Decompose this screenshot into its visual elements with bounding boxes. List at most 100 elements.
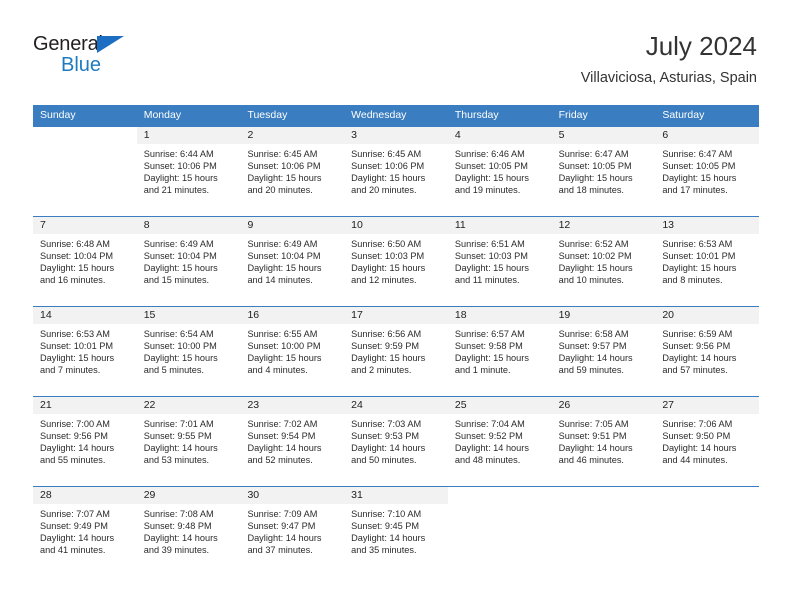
daylight-duration-line2: and 5 minutes. [143, 365, 204, 376]
calendar-weeks: 1 Sunrise: 6:44 AM Sunset: 10:06 PM Dayligh… [33, 126, 760, 576]
day-cell[interactable]: 16 Sunrise: 6:55 AM Sunset: 10:00 PM Daylig… [240, 307, 345, 396]
sunset-time: Sunset: 9:51 PM [558, 431, 627, 442]
day-cell[interactable]: 20 Sunrise: 6:59 AM Sunset: 9:56 PM Dayligh… [655, 307, 760, 396]
daylight-duration-line2: and 17 minutes. [662, 185, 728, 196]
day-cell[interactable]: 18 Sunrise: 6:57 AM Sunset: 9:58 PM Dayligh… [447, 307, 552, 396]
sunrise-time: Sunrise: 6:49 AM [143, 239, 214, 249]
day-cell[interactable]: 3 Sunrise: 6:45 AM Sunset: 10:06 PM Dayligh… [344, 127, 448, 216]
sunset-time: Sunset: 9:56 PM [662, 341, 731, 352]
sunrise-time: Sunrise: 7:04 AM [454, 419, 525, 429]
day-cell[interactable]: 29 Sunrise: 7:08 AM Sunset: 9:48 PM Dayligh… [136, 487, 241, 576]
day-cell[interactable]: 9 Sunrise: 6:49 AM Sunset: 10:04 PM Dayligh… [240, 217, 345, 306]
logo-text-general: General [33, 33, 103, 55]
daylight-duration-line1: Daylight: 14 hours [558, 443, 633, 454]
day-cell[interactable]: 1 Sunrise: 6:44 AM Sunset: 10:06 PM Dayligh… [136, 127, 241, 216]
daylight-duration-line2: and 14 minutes. [247, 275, 313, 286]
day-details: Sunrise: 6:45 AM Sunset: 10:06 PM Daylight… [240, 144, 344, 196]
day-cell[interactable]: 14 Sunrise: 6:53 AM Sunset: 10:01 PM Daylig… [33, 307, 137, 396]
day-cell[interactable]: 23 Sunrise: 7:02 AM Sunset: 9:54 PM Dayligh… [240, 397, 345, 486]
day-cell-empty [33, 127, 137, 216]
day-details: Sunrise: 6:54 AM Sunset: 10:00 PM Daylight… [137, 324, 241, 376]
day-cell[interactable]: 24 Sunrise: 7:03 AM Sunset: 9:53 PM Dayligh… [344, 397, 448, 486]
calendar-week-row: 1 Sunrise: 6:44 AM Sunset: 10:06 PM Dayligh… [33, 126, 760, 216]
daylight-duration-line1: Daylight: 15 hours [247, 263, 322, 274]
day-cell[interactable]: 15 Sunrise: 6:54 AM Sunset: 10:00 PM Daylig… [136, 307, 241, 396]
day-details: Sunrise: 7:03 AM Sunset: 9:53 PM Daylight:… [344, 414, 448, 466]
day-details: Sunrise: 6:47 AM Sunset: 10:05 PM Daylight… [655, 144, 759, 196]
daylight-duration-line1: Daylight: 15 hours [143, 353, 218, 364]
day-details: Sunrise: 7:04 AM Sunset: 9:52 PM Daylight:… [448, 414, 552, 466]
day-number: 26 [551, 397, 656, 414]
daylight-duration-line1: Daylight: 14 hours [143, 443, 218, 454]
daylight-duration-line2: and 16 minutes. [40, 275, 106, 286]
sunrise-time: Sunrise: 7:09 AM [247, 509, 318, 519]
sunrise-time: Sunrise: 6:55 AM [247, 329, 318, 339]
sunrise-time: Sunrise: 7:08 AM [143, 509, 214, 519]
daylight-duration-line1: Daylight: 15 hours [40, 263, 115, 274]
weekday-header-friday: Friday [558, 109, 588, 121]
day-details: Sunrise: 7:02 AM Sunset: 9:54 PM Daylight:… [240, 414, 344, 466]
daylight-duration-line1: Daylight: 15 hours [351, 263, 426, 274]
day-number: 15 [136, 307, 241, 324]
page-header: General Blue July 2024 Villaviciosa, Ast… [33, 30, 757, 100]
daylight-duration-line2: and 20 minutes. [247, 185, 313, 196]
day-details: Sunrise: 6:50 AM Sunset: 10:03 PM Daylight… [344, 234, 448, 286]
day-cell[interactable]: 31 Sunrise: 7:10 AM Sunset: 9:45 PM Dayligh… [344, 487, 448, 576]
daylight-duration-line2: and 10 minutes. [558, 275, 624, 286]
sunset-time: Sunset: 10:04 PM [247, 251, 321, 262]
sunset-time: Sunset: 10:02 PM [558, 251, 632, 262]
daylight-duration-line2: and 55 minutes. [40, 455, 106, 466]
day-cell[interactable]: 6 Sunrise: 6:47 AM Sunset: 10:05 PM Dayligh… [655, 127, 760, 216]
sunset-time: Sunset: 9:47 PM [247, 521, 316, 532]
calendar-week-row: 28 Sunrise: 7:07 AM Sunset: 9:49 PM Dayligh… [33, 486, 760, 576]
page-subtitle: Villaviciosa, Asturias, Spain [580, 70, 757, 86]
sunset-time: Sunset: 10:05 PM [454, 161, 528, 172]
sunrise-time: Sunrise: 6:45 AM [351, 149, 422, 159]
day-cell[interactable]: 12 Sunrise: 6:52 AM Sunset: 10:02 PM Daylig… [551, 217, 656, 306]
general-blue-logo[interactable]: General Blue [33, 30, 153, 80]
sunrise-time: Sunrise: 6:54 AM [143, 329, 214, 339]
weekday-header-monday: Monday [143, 109, 182, 121]
day-details: Sunrise: 7:07 AM Sunset: 9:49 PM Daylight:… [33, 504, 137, 556]
daylight-duration-line2: and 53 minutes. [143, 455, 210, 466]
sunset-time: Sunset: 9:56 PM [40, 431, 108, 442]
day-cell[interactable]: 21 Sunrise: 7:00 AM Sunset: 9:56 PM Dayligh… [33, 397, 137, 486]
sunrise-time: Sunrise: 6:59 AM [662, 329, 733, 339]
daylight-duration-line1: Daylight: 14 hours [247, 533, 322, 544]
day-cell[interactable]: 11 Sunrise: 6:51 AM Sunset: 10:03 PM Daylig… [447, 217, 552, 306]
day-cell[interactable]: 26 Sunrise: 7:05 AM Sunset: 9:51 PM Dayligh… [551, 397, 656, 486]
day-cell[interactable]: 22 Sunrise: 7:01 AM Sunset: 9:55 PM Dayligh… [136, 397, 241, 486]
sunset-time: Sunset: 9:45 PM [351, 521, 420, 532]
sunrise-time: Sunrise: 7:02 AM [247, 419, 318, 429]
sunset-time: Sunset: 10:06 PM [143, 161, 217, 172]
day-cell[interactable]: 8 Sunrise: 6:49 AM Sunset: 10:04 PM Dayligh… [136, 217, 241, 306]
day-number: 21 [33, 397, 137, 414]
day-cell[interactable]: 28 Sunrise: 7:07 AM Sunset: 9:49 PM Dayligh… [33, 487, 137, 576]
day-cell[interactable]: 4 Sunrise: 6:46 AM Sunset: 10:05 PM Dayligh… [447, 127, 552, 216]
day-cell[interactable]: 10 Sunrise: 6:50 AM Sunset: 10:03 PM Daylig… [344, 217, 448, 306]
daylight-duration-line1: Daylight: 14 hours [351, 533, 426, 544]
day-number: 5 [551, 127, 656, 144]
day-cell[interactable]: 2 Sunrise: 6:45 AM Sunset: 10:06 PM Dayligh… [240, 127, 345, 216]
daylight-duration-line1: Daylight: 15 hours [351, 173, 426, 184]
day-cell[interactable]: 25 Sunrise: 7:04 AM Sunset: 9:52 PM Dayligh… [447, 397, 552, 486]
day-cell[interactable]: 27 Sunrise: 7:06 AM Sunset: 9:50 PM Dayligh… [655, 397, 760, 486]
day-details: Sunrise: 6:53 AM Sunset: 10:01 PM Daylight… [33, 324, 137, 376]
day-number: 19 [551, 307, 656, 324]
sunset-time: Sunset: 10:03 PM [351, 251, 425, 262]
day-details: Sunrise: 6:58 AM Sunset: 9:57 PM Daylight:… [552, 324, 656, 376]
day-details: Sunrise: 6:51 AM Sunset: 10:03 PM Daylight… [448, 234, 552, 286]
page-title: July 2024 [645, 31, 757, 61]
day-cell[interactable]: 17 Sunrise: 6:56 AM Sunset: 9:59 PM Dayligh… [344, 307, 448, 396]
day-cell[interactable]: 5 Sunrise: 6:47 AM Sunset: 10:05 PM Dayligh… [551, 127, 656, 216]
sunset-time: Sunset: 10:04 PM [40, 251, 114, 262]
day-cell[interactable]: 7 Sunrise: 6:48 AM Sunset: 10:04 PM Dayligh… [33, 217, 137, 306]
day-cell[interactable]: 19 Sunrise: 6:58 AM Sunset: 9:57 PM Dayligh… [551, 307, 656, 396]
day-details: Sunrise: 6:49 AM Sunset: 10:04 PM Daylight… [137, 234, 241, 286]
sunset-time: Sunset: 10:06 PM [351, 161, 425, 172]
day-cell[interactable]: 13 Sunrise: 6:53 AM Sunset: 10:01 PM Daylig… [655, 217, 760, 306]
daylight-duration-line1: Daylight: 15 hours [662, 263, 737, 274]
title-block: July 2024 Villaviciosa, Asturias, Spain [581, 30, 757, 88]
day-cell[interactable]: 30 Sunrise: 7:09 AM Sunset: 9:47 PM Dayligh… [240, 487, 345, 576]
day-details: Sunrise: 7:09 AM Sunset: 9:47 PM Daylight:… [240, 504, 344, 556]
